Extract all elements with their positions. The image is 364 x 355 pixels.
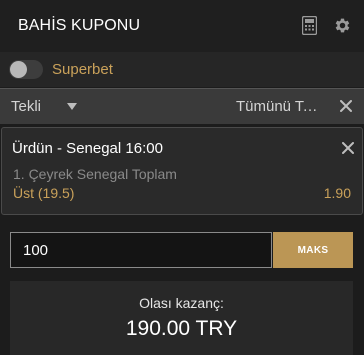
remove-bet-close-icon[interactable]	[342, 142, 354, 154]
odds-value: 1.90	[323, 185, 351, 201]
stake-input[interactable]	[10, 232, 272, 268]
market-name: 1. Çeyrek Senegal Toplam	[13, 166, 177, 182]
potential-payout-panel: Olası kazanç: 190.00 TRY	[10, 281, 353, 355]
gear-icon[interactable]	[333, 16, 352, 35]
payout-label: Olası kazanç:	[139, 295, 224, 311]
clear-all-link[interactable]: Tümünü Temizle	[236, 98, 324, 115]
selection-name: Üst (19.5)	[13, 185, 75, 201]
superbet-toggle[interactable]	[9, 60, 43, 79]
bet-card: Ürdün - Senegal 16:00 1. Çeyrek Senegal …	[1, 127, 363, 215]
clear-all-close-icon[interactable]	[340, 100, 352, 112]
payout-value: 190.00 TRY	[125, 317, 238, 340]
bet-type-row: Tekli Tümünü Temizle	[0, 88, 364, 124]
max-stake-button[interactable]: MAKS	[273, 232, 353, 268]
bet-type-selected: Tekli	[11, 98, 42, 115]
calculator-icon[interactable]	[302, 16, 317, 35]
match-title: Ürdün - Senegal 16:00	[12, 140, 163, 157]
betslip-title: BAHİS KUPONU	[18, 17, 141, 34]
caret-down-icon	[67, 103, 77, 110]
toggle-knob	[10, 61, 27, 78]
superbet-row: Superbet	[0, 52, 364, 87]
betslip-header: BAHİS KUPONU	[0, 0, 364, 52]
bet-type-dropdown[interactable]: Tekli	[0, 89, 90, 124]
superbet-label: Superbet	[52, 61, 113, 78]
